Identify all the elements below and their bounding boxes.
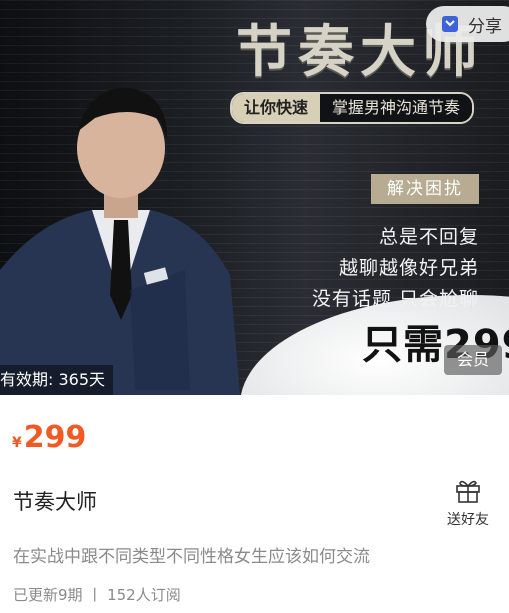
course-banner: 节奏大师 让你快速 掌握男神沟通节奏 解决困扰 总是不回复 越聊越像好兄弟 没有… — [0, 0, 509, 395]
presenter-figure — [0, 87, 240, 395]
share-button[interactable]: 分享 — [426, 6, 509, 42]
banner-tag: 解决困扰 — [371, 174, 479, 204]
banner-line-2: 越聊越像好兄弟 — [338, 257, 479, 279]
course-title: 节奏大师 — [13, 490, 97, 514]
gift-icon — [456, 480, 480, 503]
share-label: 分享 — [468, 16, 502, 37]
currency-symbol: ¥ — [12, 435, 22, 451]
price-amount: 299 — [23, 420, 87, 455]
gift-to-friend-button[interactable]: 送好友 — [440, 477, 496, 529]
banner-line-1: 总是不回复 — [378, 226, 479, 248]
product-price: ¥299 — [12, 420, 86, 455]
course-description: 在实战中跟不同类型不同性格女生应该如何交流 — [13, 547, 370, 567]
banner-pill-left: 让你快速 — [232, 94, 321, 122]
gift-label: 送好友 — [447, 512, 489, 528]
validity-label: 有效期: 365天 — [0, 365, 114, 395]
course-meta: 已更新9期 丨 152人订阅 — [13, 586, 181, 604]
banner-pill-right: 掌握男神沟通节奏 — [320, 94, 473, 122]
member-badge[interactable]: 会员 — [444, 345, 502, 375]
banner-line-3: 没有话题 只会尬聊 — [311, 288, 479, 310]
banner-pill: 让你快速 掌握男神沟通节奏 — [230, 92, 475, 124]
share-icon — [440, 14, 460, 34]
